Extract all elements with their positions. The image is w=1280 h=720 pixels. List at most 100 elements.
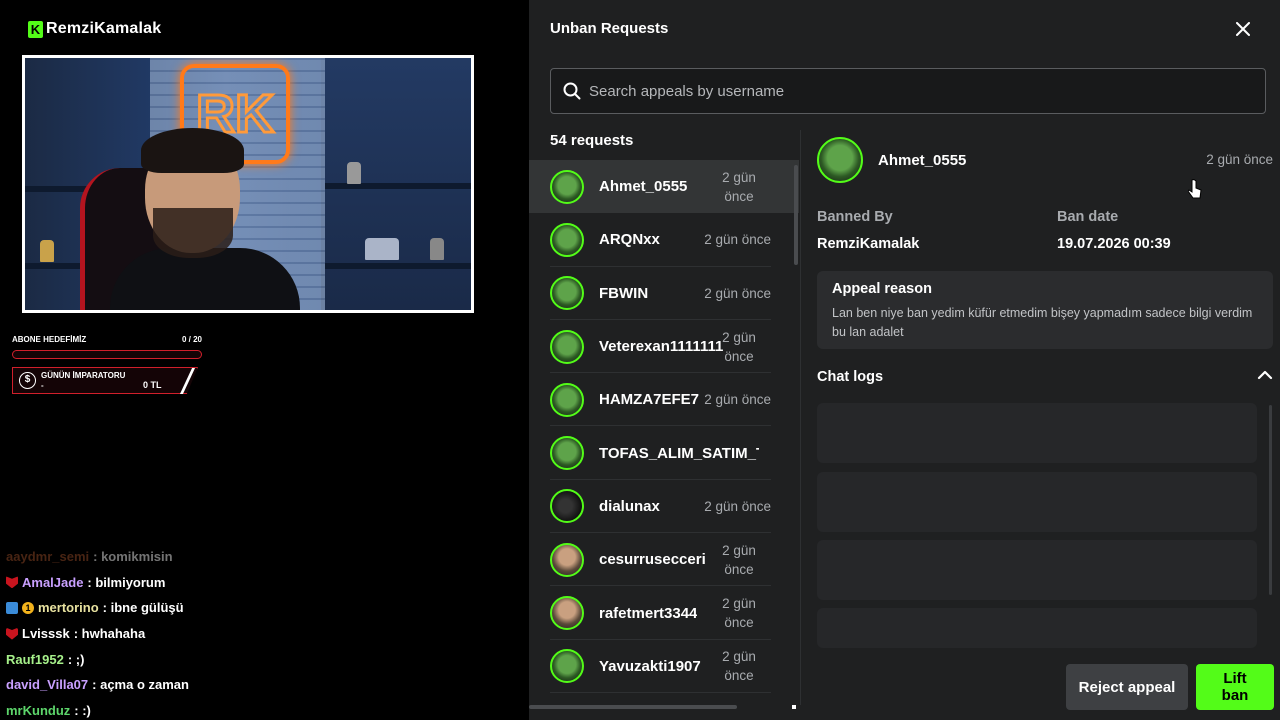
request-username: Ahmet_0555 (599, 178, 688, 196)
request-list-item[interactable]: TOFAS_ALIM_SATIM_TAKAS (529, 426, 799, 481)
stream-overlay: K RemziKamalak RK ABONE HEDEFİMİZ 0 / 20… (0, 0, 529, 720)
chat-username[interactable]: mertorino (38, 600, 99, 615)
request-list-item[interactable]: Yavuzakti1907 2 gün önce (529, 640, 799, 694)
request-timestamp: 2 gün önce (722, 649, 756, 684)
request-list-item[interactable]: rafetmert3344 2 gün önce (529, 586, 799, 640)
request-timestamp: 2 gün önce (704, 498, 771, 514)
avatar (550, 489, 584, 524)
chat-text: : komikmisin (93, 549, 173, 565)
chat-username[interactable]: Lvisssk (22, 626, 70, 641)
goal-progress-bar (12, 350, 202, 359)
chat-username[interactable]: david_Villa07 (6, 677, 88, 692)
request-username: Veterexan1111111 (599, 338, 724, 356)
banned-by-label: Banned By (817, 209, 893, 225)
chat-message: 1 mertorino: ibne gülüşü (6, 595, 526, 621)
dollar-coin-icon: $ (19, 372, 36, 389)
request-list-item[interactable]: HAMZA7EFE7 2 gün önce (529, 373, 799, 427)
detail-scrollbar[interactable] (1269, 405, 1272, 595)
chat-log-placeholder (817, 608, 1257, 648)
detail-header: Ahmet_0555 2 gün önce (817, 135, 1277, 185)
chat-log-placeholder (817, 403, 1257, 463)
chat-text: : bilmiyorum (87, 574, 166, 590)
request-list-item[interactable]: cesurrusecceri 2 gün önce (529, 533, 799, 587)
scroll-marker (792, 705, 796, 709)
detail-avatar (817, 137, 863, 183)
channel-brand: K RemziKamalak (28, 20, 161, 38)
emperor-name: - (41, 380, 44, 390)
chat-message: Lvisssk: hwhahaha (6, 621, 526, 647)
chat-message: aaydmr_semi : komikmisin (6, 544, 526, 570)
avatar (550, 222, 584, 257)
avatar (550, 329, 584, 364)
chat-log-placeholder (817, 540, 1257, 600)
search-input[interactable] (589, 82, 1249, 100)
request-username: Yavuzakti1907 (599, 657, 701, 675)
chevron-up-icon[interactable] (1257, 367, 1273, 383)
request-username: ARQNxx (599, 231, 660, 249)
chat-logs-title: Chat logs (817, 369, 884, 385)
ban-date-value: 19.07.2026 00:39 (1057, 236, 1171, 252)
chat-message: AmalJade : bilmiyorum (6, 570, 526, 596)
lift-ban-button[interactable]: Lift ban (1196, 664, 1274, 710)
horizontal-scrollbar[interactable] (529, 705, 737, 709)
avatar (550, 382, 584, 417)
detail-username: Ahmet_0555 (878, 151, 967, 169)
subscriber-badge-icon (6, 627, 18, 640)
request-username: HAMZA7EFE7 (599, 391, 700, 409)
panel-title: Unban Requests (550, 20, 669, 37)
request-list-item[interactable]: Ahmet_0555 2 gün önce (529, 160, 799, 214)
subscriber-goal: ABONE HEDEFİMİZ 0 / 20 (12, 335, 202, 359)
request-timestamp: 2 gün önce (704, 232, 771, 248)
chat-text: : açma o zaman (92, 677, 189, 693)
kick-logo-icon: K (28, 20, 43, 38)
emperor-amount: 0 TL (143, 380, 162, 390)
chat-message: mrKunduz: :) (6, 698, 526, 720)
detail-timestamp: 2 gün önce (1206, 152, 1273, 167)
request-detail: Ahmet_0555 2 gün önce Banned By RemziKam… (817, 135, 1277, 648)
goal-label: ABONE HEDEFİMİZ (12, 335, 87, 344)
request-username: FBWIN (599, 284, 649, 302)
avatar (550, 596, 584, 631)
appeal-reason-title: Appeal reason (832, 281, 932, 297)
request-list-item[interactable]: FBWIN 2 gün önce (529, 267, 799, 321)
chat-log-placeholder (817, 472, 1257, 532)
search-field[interactable] (550, 68, 1266, 114)
request-list-item[interactable]: Veterexan1111111 2 gün önce (529, 320, 799, 374)
chat-username[interactable]: Rauf1952 (6, 652, 64, 667)
request-timestamp: 2 gün önce (722, 169, 756, 204)
action-bar: Reject appeal Lift ban (1066, 664, 1274, 710)
request-username: TOFAS_ALIM_SATIM_TAKAS (599, 444, 759, 462)
chat-message: david_Villa07 : açma o zaman (6, 672, 526, 698)
list-scrollbar[interactable] (794, 165, 798, 265)
appeal-reason-text: Lan ben niye ban yedim küfür etmedim biş… (832, 306, 1253, 339)
request-list-item[interactable]: dialunax 2 gün önce (529, 480, 799, 534)
chat-username[interactable]: mrKunduz (6, 703, 70, 718)
reject-appeal-button[interactable]: Reject appeal (1066, 664, 1188, 710)
request-timestamp: 2 gün önce (704, 285, 771, 301)
chat-text: : ;) (67, 651, 85, 667)
request-list-item[interactable]: ARQNxx 2 gün önce (529, 213, 799, 267)
appeal-reason-card: Appeal reason Lan ben niye ban yedim küf… (817, 271, 1273, 349)
unban-requests-panel: Unban Requests 54 requests Ahmet_0555 2 g… (529, 0, 1280, 720)
gift-badge-icon: 1 (22, 601, 34, 614)
request-timestamp: 2 gün önce (722, 542, 756, 577)
close-icon[interactable] (1230, 16, 1256, 42)
chat-username[interactable]: aaydmr_semi (6, 549, 89, 564)
ban-date-label: Ban date (1057, 209, 1119, 225)
search-icon (563, 82, 581, 100)
emperor-label: GÜNÜN İMPARATORU (41, 370, 126, 380)
chat-username[interactable]: AmalJade (22, 575, 83, 590)
webcam-video: RK (22, 55, 474, 313)
ban-meta: Banned By RemziKamalak Ban date 19.07.20… (817, 209, 1280, 252)
requests-count: 54 requests (550, 132, 634, 149)
moderator-badge-icon (6, 601, 18, 614)
request-username: dialunax (599, 497, 660, 515)
request-username: rafetmert3344 (599, 604, 698, 622)
channel-name: RemziKamalak (46, 20, 162, 37)
request-timestamp: 2 gün önce (722, 596, 756, 631)
avatar (550, 169, 584, 204)
request-username: cesurrusecceri (599, 551, 706, 569)
requests-list: Ahmet_0555 2 gün önce ARQNxx 2 gün önce FBWI… (529, 160, 799, 705)
request-timestamp: 2 gün önce (722, 329, 756, 364)
column-divider (800, 130, 801, 705)
